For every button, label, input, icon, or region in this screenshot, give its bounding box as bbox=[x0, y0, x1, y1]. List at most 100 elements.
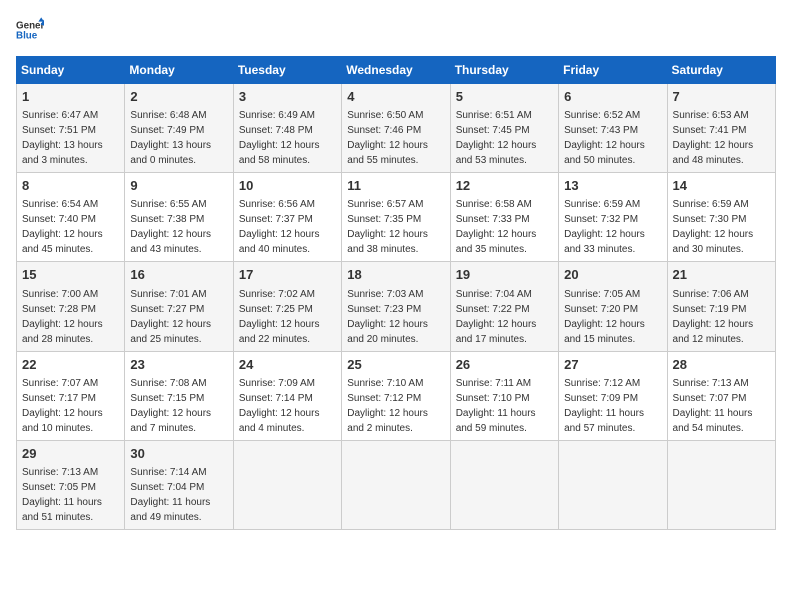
day-info: Sunrise: 6:49 AMSunset: 7:48 PMDaylight:… bbox=[239, 110, 320, 166]
day-number: 7 bbox=[673, 88, 770, 106]
day-info: Sunrise: 6:51 AMSunset: 7:45 PMDaylight:… bbox=[456, 110, 537, 166]
page-header: General Blue bbox=[16, 16, 776, 44]
day-info: Sunrise: 7:10 AMSunset: 7:12 PMDaylight:… bbox=[347, 378, 428, 434]
day-number: 2 bbox=[130, 88, 227, 106]
calendar-cell: 30 Sunrise: 7:14 AMSunset: 7:04 PMDayligh… bbox=[125, 440, 233, 529]
day-info: Sunrise: 6:52 AMSunset: 7:43 PMDaylight:… bbox=[564, 110, 645, 166]
day-header-wednesday: Wednesday bbox=[342, 57, 450, 84]
day-number: 19 bbox=[456, 266, 553, 284]
day-info: Sunrise: 7:04 AMSunset: 7:22 PMDaylight:… bbox=[456, 289, 537, 345]
calendar-cell: 8 Sunrise: 6:54 AMSunset: 7:40 PMDaylight… bbox=[17, 173, 125, 262]
day-info: Sunrise: 6:55 AMSunset: 7:38 PMDaylight:… bbox=[130, 199, 211, 255]
day-number: 21 bbox=[673, 266, 770, 284]
day-number: 24 bbox=[239, 356, 336, 374]
day-info: Sunrise: 6:54 AMSunset: 7:40 PMDaylight:… bbox=[22, 199, 103, 255]
day-number: 4 bbox=[347, 88, 444, 106]
day-info: Sunrise: 7:11 AMSunset: 7:10 PMDaylight:… bbox=[456, 378, 536, 434]
calendar-cell: 27 Sunrise: 7:12 AMSunset: 7:09 PMDayligh… bbox=[559, 351, 667, 440]
day-info: Sunrise: 7:14 AMSunset: 7:04 PMDaylight:… bbox=[130, 467, 210, 523]
day-number: 8 bbox=[22, 177, 119, 195]
day-number: 9 bbox=[130, 177, 227, 195]
day-info: Sunrise: 6:56 AMSunset: 7:37 PMDaylight:… bbox=[239, 199, 320, 255]
day-info: Sunrise: 7:13 AMSunset: 7:07 PMDaylight:… bbox=[673, 378, 753, 434]
calendar-cell: 26 Sunrise: 7:11 AMSunset: 7:10 PMDayligh… bbox=[450, 351, 558, 440]
day-info: Sunrise: 7:01 AMSunset: 7:27 PMDaylight:… bbox=[130, 289, 211, 345]
logo: General Blue bbox=[16, 16, 44, 44]
calendar-cell: 5 Sunrise: 6:51 AMSunset: 7:45 PMDaylight… bbox=[450, 84, 558, 173]
calendar-cell: 29 Sunrise: 7:13 AMSunset: 7:05 PMDayligh… bbox=[17, 440, 125, 529]
day-info: Sunrise: 6:48 AMSunset: 7:49 PMDaylight:… bbox=[130, 110, 211, 166]
day-number: 28 bbox=[673, 356, 770, 374]
day-number: 6 bbox=[564, 88, 661, 106]
day-header-saturday: Saturday bbox=[667, 57, 775, 84]
calendar-cell bbox=[233, 440, 341, 529]
day-info: Sunrise: 7:06 AMSunset: 7:19 PMDaylight:… bbox=[673, 289, 754, 345]
day-header-monday: Monday bbox=[125, 57, 233, 84]
day-number: 30 bbox=[130, 445, 227, 463]
day-number: 16 bbox=[130, 266, 227, 284]
day-info: Sunrise: 7:02 AMSunset: 7:25 PMDaylight:… bbox=[239, 289, 320, 345]
calendar-cell: 22Sunrise: 7:07 AMSunset: 7:17 PMDayligh… bbox=[17, 351, 125, 440]
day-info: Sunrise: 6:59 AMSunset: 7:32 PMDaylight:… bbox=[564, 199, 645, 255]
calendar-cell: 4Sunrise: 6:50 AMSunset: 7:46 PMDaylight… bbox=[342, 84, 450, 173]
calendar-cell: 7 Sunrise: 6:53 AMSunset: 7:41 PMDaylight… bbox=[667, 84, 775, 173]
calendar-cell bbox=[342, 440, 450, 529]
calendar-table: SundayMondayTuesdayWednesdayThursdayFrid… bbox=[16, 56, 776, 530]
calendar-cell: 16 Sunrise: 7:01 AMSunset: 7:27 PMDayligh… bbox=[125, 262, 233, 351]
day-info: Sunrise: 6:57 AMSunset: 7:35 PMDaylight:… bbox=[347, 199, 428, 255]
calendar-cell: 2 Sunrise: 6:48 AMSunset: 7:49 PMDaylight… bbox=[125, 84, 233, 173]
calendar-week-3: 15 Sunrise: 7:00 AMSunset: 7:28 PMDayligh… bbox=[17, 262, 776, 351]
day-number: 13 bbox=[564, 177, 661, 195]
day-number: 14 bbox=[673, 177, 770, 195]
calendar-cell bbox=[667, 440, 775, 529]
calendar-cell: 15 Sunrise: 7:00 AMSunset: 7:28 PMDayligh… bbox=[17, 262, 125, 351]
day-info: Sunrise: 7:12 AMSunset: 7:09 PMDaylight:… bbox=[564, 378, 644, 434]
day-number: 11 bbox=[347, 177, 444, 195]
day-header-thursday: Thursday bbox=[450, 57, 558, 84]
day-info: Sunrise: 7:00 AMSunset: 7:28 PMDaylight:… bbox=[22, 289, 103, 345]
day-number: 29 bbox=[22, 445, 119, 463]
calendar-cell: 14 Sunrise: 6:59 AMSunset: 7:30 PMDayligh… bbox=[667, 173, 775, 262]
calendar-cell bbox=[559, 440, 667, 529]
day-number: 15 bbox=[22, 266, 119, 284]
day-number: 26 bbox=[456, 356, 553, 374]
day-info: Sunrise: 7:13 AMSunset: 7:05 PMDaylight:… bbox=[22, 467, 102, 523]
calendar-cell: 10 Sunrise: 6:56 AMSunset: 7:37 PMDayligh… bbox=[233, 173, 341, 262]
calendar-week-2: 8 Sunrise: 6:54 AMSunset: 7:40 PMDaylight… bbox=[17, 173, 776, 262]
day-number: 27 bbox=[564, 356, 661, 374]
calendar-header: SundayMondayTuesdayWednesdayThursdayFrid… bbox=[17, 57, 776, 84]
day-header-sunday: Sunday bbox=[17, 57, 125, 84]
day-info: Sunrise: 7:08 AMSunset: 7:15 PMDaylight:… bbox=[130, 378, 211, 434]
day-info: Sunrise: 7:05 AMSunset: 7:20 PMDaylight:… bbox=[564, 289, 645, 345]
calendar-cell: 13 Sunrise: 6:59 AMSunset: 7:32 PMDayligh… bbox=[559, 173, 667, 262]
calendar-cell: 3 Sunrise: 6:49 AMSunset: 7:48 PMDaylight… bbox=[233, 84, 341, 173]
day-info: Sunrise: 7:07 AMSunset: 7:17 PMDaylight:… bbox=[22, 378, 103, 434]
calendar-cell: 20 Sunrise: 7:05 AMSunset: 7:20 PMDayligh… bbox=[559, 262, 667, 351]
calendar-week-1: 1Sunrise: 6:47 AMSunset: 7:51 PMDaylight… bbox=[17, 84, 776, 173]
calendar-week-4: 22Sunrise: 7:07 AMSunset: 7:17 PMDayligh… bbox=[17, 351, 776, 440]
day-number: 20 bbox=[564, 266, 661, 284]
day-header-tuesday: Tuesday bbox=[233, 57, 341, 84]
day-info: Sunrise: 6:47 AMSunset: 7:51 PMDaylight:… bbox=[22, 110, 103, 166]
calendar-body: 1Sunrise: 6:47 AMSunset: 7:51 PMDaylight… bbox=[17, 84, 776, 530]
calendar-cell: 17Sunrise: 7:02 AMSunset: 7:25 PMDayligh… bbox=[233, 262, 341, 351]
day-number: 23 bbox=[130, 356, 227, 374]
calendar-cell: 24 Sunrise: 7:09 AMSunset: 7:14 PMDayligh… bbox=[233, 351, 341, 440]
svg-text:Blue: Blue bbox=[16, 30, 38, 41]
day-info: Sunrise: 6:53 AMSunset: 7:41 PMDaylight:… bbox=[673, 110, 754, 166]
day-info: Sunrise: 6:59 AMSunset: 7:30 PMDaylight:… bbox=[673, 199, 754, 255]
logo-icon: General Blue bbox=[16, 16, 44, 44]
day-number: 3 bbox=[239, 88, 336, 106]
day-info: Sunrise: 7:09 AMSunset: 7:14 PMDaylight:… bbox=[239, 378, 320, 434]
day-info: Sunrise: 6:58 AMSunset: 7:33 PMDaylight:… bbox=[456, 199, 537, 255]
calendar-cell: 28 Sunrise: 7:13 AMSunset: 7:07 PMDayligh… bbox=[667, 351, 775, 440]
day-number: 10 bbox=[239, 177, 336, 195]
calendar-cell bbox=[450, 440, 558, 529]
day-number: 12 bbox=[456, 177, 553, 195]
day-number: 18 bbox=[347, 266, 444, 284]
calendar-cell: 6 Sunrise: 6:52 AMSunset: 7:43 PMDaylight… bbox=[559, 84, 667, 173]
day-info: Sunrise: 7:03 AMSunset: 7:23 PMDaylight:… bbox=[347, 289, 428, 345]
calendar-week-5: 29 Sunrise: 7:13 AMSunset: 7:05 PMDayligh… bbox=[17, 440, 776, 529]
calendar-cell: 25Sunrise: 7:10 AMSunset: 7:12 PMDayligh… bbox=[342, 351, 450, 440]
day-number: 5 bbox=[456, 88, 553, 106]
